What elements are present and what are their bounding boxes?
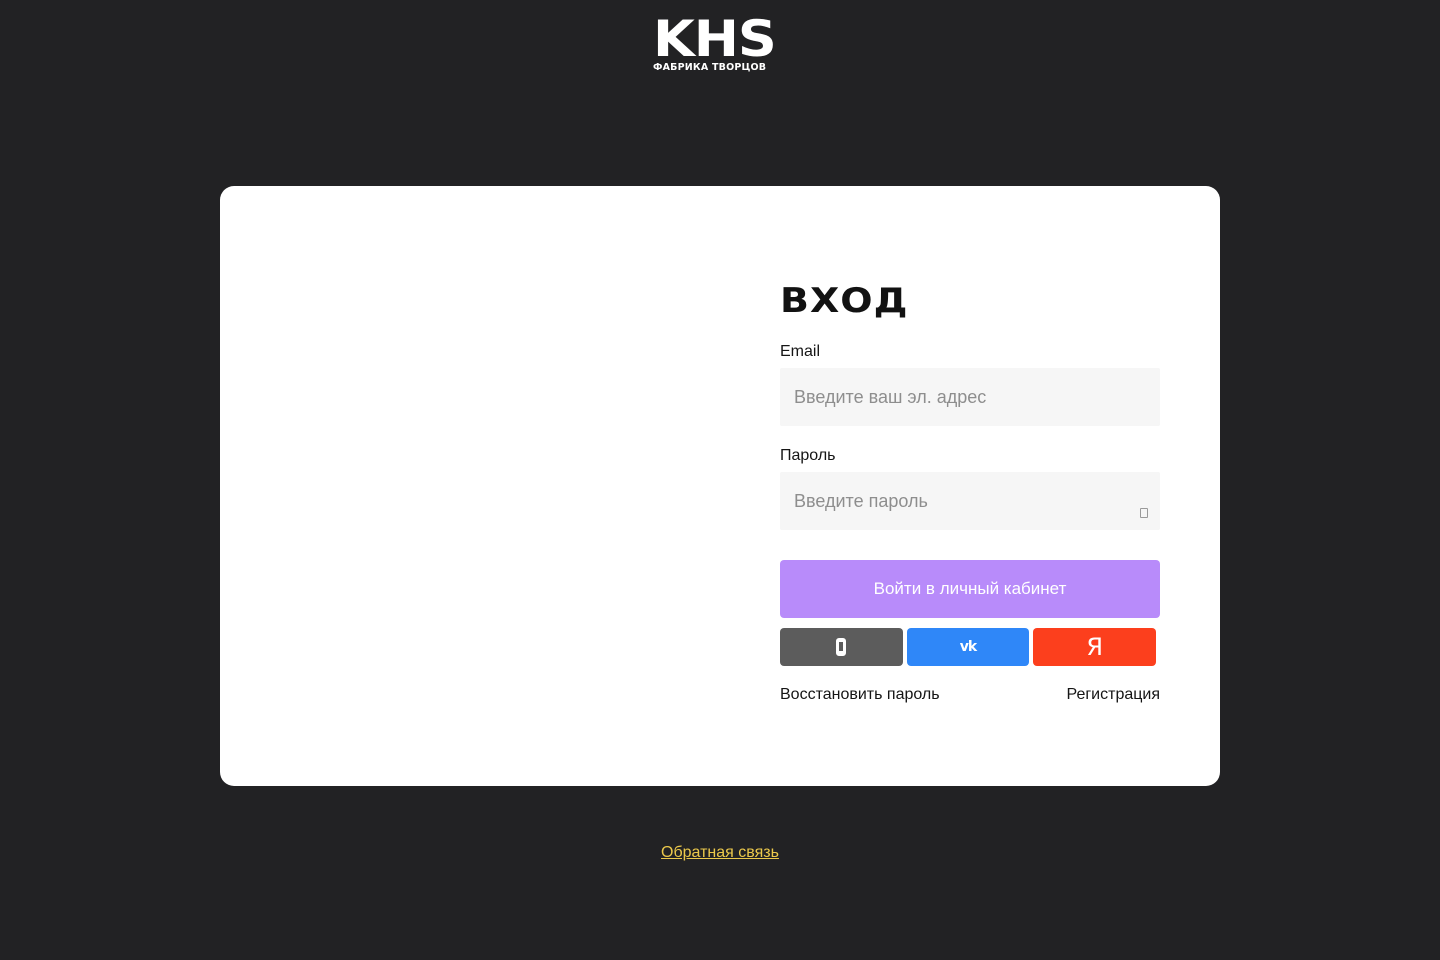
email-field-wrap — [780, 368, 1160, 426]
vk-login-button[interactable]: vk — [906, 628, 1030, 666]
footer: Обратная связь — [0, 844, 1440, 862]
email-field[interactable] — [780, 368, 1160, 426]
phone-icon — [836, 638, 847, 656]
auth-links: Восстановить пароль Регистрация — [780, 686, 1160, 704]
feedback-link[interactable]: Обратная связь — [661, 844, 779, 861]
page-title: ВХОД — [780, 280, 909, 320]
login-card: ВХОД Email Пароль Войти в личный кабинет… — [220, 186, 1220, 786]
yandex-icon: Я — [1086, 633, 1104, 661]
show-password-icon[interactable] — [1140, 508, 1148, 518]
password-label: Пароль — [780, 447, 836, 464]
logo-wordmark: KHS — [653, 10, 777, 68]
brand-logo[interactable]: KHS ФАБРИКА ТВОРЦОВ — [653, 14, 789, 74]
login-button[interactable]: Войти в личный кабинет — [780, 560, 1160, 618]
vk-icon: vk — [959, 639, 977, 655]
email-label: Email — [780, 343, 821, 360]
password-field-wrap — [780, 472, 1160, 530]
login-form: ВХОД Email Пароль Войти в личный кабинет… — [780, 276, 1160, 704]
yandex-login-button[interactable]: Я — [1033, 628, 1157, 666]
password-field[interactable] — [780, 472, 1160, 530]
recover-password-link[interactable]: Восстановить пароль — [780, 686, 940, 704]
register-link[interactable]: Регистрация — [1066, 686, 1160, 704]
phone-login-button[interactable] — [780, 628, 903, 666]
social-login-row: vk Я — [780, 628, 1157, 666]
